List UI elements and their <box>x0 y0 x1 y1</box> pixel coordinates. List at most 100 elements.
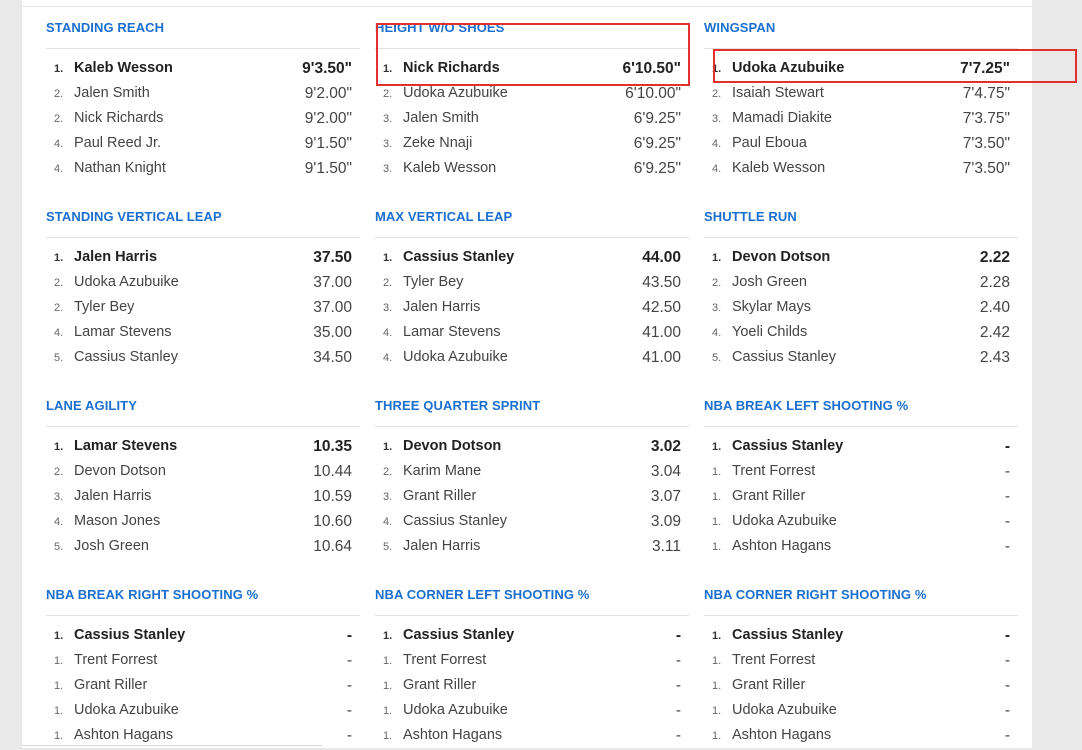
player-name[interactable]: Udoka Azubuike <box>732 513 837 529</box>
leader-row[interactable]: 1. Cassius Stanley - <box>375 625 689 650</box>
leader-row[interactable]: 1. Udoka Azubuike 7'7.25" <box>704 58 1018 83</box>
player-name[interactable]: Nick Richards <box>403 60 500 76</box>
player-name[interactable]: Jalen Smith <box>74 85 150 101</box>
leader-row[interactable]: 4. Mason Jones 10.60 <box>46 511 360 536</box>
player-name[interactable]: Nathan Knight <box>74 160 166 176</box>
player-name[interactable]: Kaleb Wesson <box>732 160 825 176</box>
leader-row[interactable]: 2. Devon Dotson 10.44 <box>46 461 360 486</box>
player-name[interactable]: Ashton Hagans <box>732 538 831 554</box>
player-name[interactable]: Paul Reed Jr. <box>74 135 161 151</box>
player-name[interactable]: Cassius Stanley <box>403 627 514 643</box>
leader-row[interactable]: 1. Grant Riller - <box>704 675 1018 700</box>
player-name[interactable]: Paul Eboua <box>732 135 807 151</box>
leader-row[interactable]: 4. Kaleb Wesson 7'3.50" <box>704 158 1018 183</box>
player-name[interactable]: Trent Forrest <box>74 652 157 668</box>
player-name[interactable]: Udoka Azubuike <box>403 85 508 101</box>
player-name[interactable]: Cassius Stanley <box>732 627 843 643</box>
leader-row[interactable]: 1. Ashton Hagans - <box>704 725 1018 750</box>
leader-row[interactable]: 1. Grant Riller - <box>375 675 689 700</box>
leader-row[interactable]: 1. Ashton Hagans - <box>46 725 360 750</box>
leader-row[interactable]: 4. Nathan Knight 9'1.50" <box>46 158 360 183</box>
leader-row[interactable]: 3. Jalen Harris 42.50 <box>375 297 689 322</box>
leader-row[interactable]: 1. Grant Riller - <box>46 675 360 700</box>
player-name[interactable]: Lamar Stevens <box>74 324 172 340</box>
leader-row[interactable]: 1. Cassius Stanley - <box>704 625 1018 650</box>
player-name[interactable]: Jalen Harris <box>403 538 480 554</box>
player-name[interactable]: Lamar Stevens <box>403 324 501 340</box>
player-name[interactable]: Trent Forrest <box>732 463 815 479</box>
leader-row[interactable]: 1. Jalen Harris 37.50 <box>46 247 360 272</box>
player-name[interactable]: Josh Green <box>732 274 807 290</box>
player-name[interactable]: Tyler Bey <box>74 299 134 315</box>
player-name[interactable]: Udoka Azubuike <box>732 60 844 76</box>
player-name[interactable]: Nick Richards <box>74 110 163 126</box>
leader-row[interactable]: 1. Cassius Stanley - <box>704 436 1018 461</box>
leader-row[interactable]: 1. Ashton Hagans - <box>704 536 1018 561</box>
player-name[interactable]: Jalen Smith <box>403 110 479 126</box>
player-name[interactable]: Jalen Harris <box>403 299 480 315</box>
leader-row[interactable]: 1. Cassius Stanley - <box>46 625 360 650</box>
leader-row[interactable]: 3. Grant Riller 3.07 <box>375 486 689 511</box>
leader-row[interactable]: 4. Paul Reed Jr. 9'1.50" <box>46 133 360 158</box>
player-name[interactable]: Zeke Nnaji <box>403 135 472 151</box>
player-name[interactable]: Isaiah Stewart <box>732 85 824 101</box>
player-name[interactable]: Cassius Stanley <box>732 349 836 365</box>
leader-row[interactable]: 4. Lamar Stevens 41.00 <box>375 322 689 347</box>
player-name[interactable]: Cassius Stanley <box>74 627 185 643</box>
leader-row[interactable]: 2. Karim Mane 3.04 <box>375 461 689 486</box>
leader-row[interactable]: 4. Paul Eboua 7'3.50" <box>704 133 1018 158</box>
player-name[interactable]: Udoka Azubuike <box>74 274 179 290</box>
player-name[interactable]: Grant Riller <box>403 488 476 504</box>
player-name[interactable]: Udoka Azubuike <box>74 702 179 718</box>
player-name[interactable]: Kaleb Wesson <box>403 160 496 176</box>
leader-row[interactable]: 1. Kaleb Wesson 9'3.50" <box>46 58 360 83</box>
leader-row[interactable]: 2. Tyler Bey 43.50 <box>375 272 689 297</box>
player-name[interactable]: Ashton Hagans <box>732 727 831 743</box>
leader-row[interactable]: 1. Trent Forrest - <box>704 650 1018 675</box>
leader-row[interactable]: 5. Cassius Stanley 34.50 <box>46 347 360 372</box>
leader-row[interactable]: 2. Udoka Azubuike 37.00 <box>46 272 360 297</box>
leader-row[interactable]: 3. Mamadi Diakite 7'3.75" <box>704 108 1018 133</box>
leader-row[interactable]: 3. Jalen Harris 10.59 <box>46 486 360 511</box>
leader-row[interactable]: 1. Udoka Azubuike - <box>704 511 1018 536</box>
leader-row[interactable]: 3. Kaleb Wesson 6'9.25" <box>375 158 689 183</box>
leader-row[interactable]: 4. Udoka Azubuike 41.00 <box>375 347 689 372</box>
player-name[interactable]: Trent Forrest <box>403 652 486 668</box>
player-name[interactable]: Tyler Bey <box>403 274 463 290</box>
player-name[interactable]: Cassius Stanley <box>732 438 843 454</box>
leader-row[interactable]: 1. Trent Forrest - <box>704 461 1018 486</box>
leader-row[interactable]: 5. Josh Green 10.64 <box>46 536 360 561</box>
player-name[interactable]: Cassius Stanley <box>403 249 514 265</box>
leader-row[interactable]: 2. Jalen Smith 9'2.00" <box>46 83 360 108</box>
player-name[interactable]: Grant Riller <box>732 677 805 693</box>
leader-row[interactable]: 2. Isaiah Stewart 7'4.75" <box>704 83 1018 108</box>
leader-row[interactable]: 4. Lamar Stevens 35.00 <box>46 322 360 347</box>
player-name[interactable]: Grant Riller <box>732 488 805 504</box>
leader-row[interactable]: 2. Udoka Azubuike 6'10.00" <box>375 83 689 108</box>
player-name[interactable]: Devon Dotson <box>74 463 166 479</box>
leader-row[interactable]: 3. Skylar Mays 2.40 <box>704 297 1018 322</box>
leader-row[interactable]: 1. Devon Dotson 3.02 <box>375 436 689 461</box>
player-name[interactable]: Grant Riller <box>74 677 147 693</box>
leader-row[interactable]: 1. Lamar Stevens 10.35 <box>46 436 360 461</box>
player-name[interactable]: Ashton Hagans <box>403 727 502 743</box>
leader-row[interactable]: 4. Cassius Stanley 3.09 <box>375 511 689 536</box>
leader-row[interactable]: 1. Ashton Hagans - <box>375 725 689 750</box>
leader-row[interactable]: 1. Udoka Azubuike - <box>375 700 689 725</box>
leader-row[interactable]: 4. Yoeli Childs 2.42 <box>704 322 1018 347</box>
player-name[interactable]: Devon Dotson <box>403 438 501 454</box>
player-name[interactable]: Grant Riller <box>403 677 476 693</box>
player-name[interactable]: Trent Forrest <box>732 652 815 668</box>
player-name[interactable]: Cassius Stanley <box>74 349 178 365</box>
leader-row[interactable]: 1. Udoka Azubuike - <box>46 700 360 725</box>
player-name[interactable]: Yoeli Childs <box>732 324 807 340</box>
leader-row[interactable]: 1. Trent Forrest - <box>375 650 689 675</box>
player-name[interactable]: Karim Mane <box>403 463 481 479</box>
leader-row[interactable]: 1. Cassius Stanley 44.00 <box>375 247 689 272</box>
leader-row[interactable]: 1. Nick Richards 6'10.50" <box>375 58 689 83</box>
leader-row[interactable]: 3. Zeke Nnaji 6'9.25" <box>375 133 689 158</box>
leader-row[interactable]: 1. Devon Dotson 2.22 <box>704 247 1018 272</box>
player-name[interactable]: Mason Jones <box>74 513 160 529</box>
leader-row[interactable]: 2. Nick Richards 9'2.00" <box>46 108 360 133</box>
leader-row[interactable]: 1. Grant Riller - <box>704 486 1018 511</box>
